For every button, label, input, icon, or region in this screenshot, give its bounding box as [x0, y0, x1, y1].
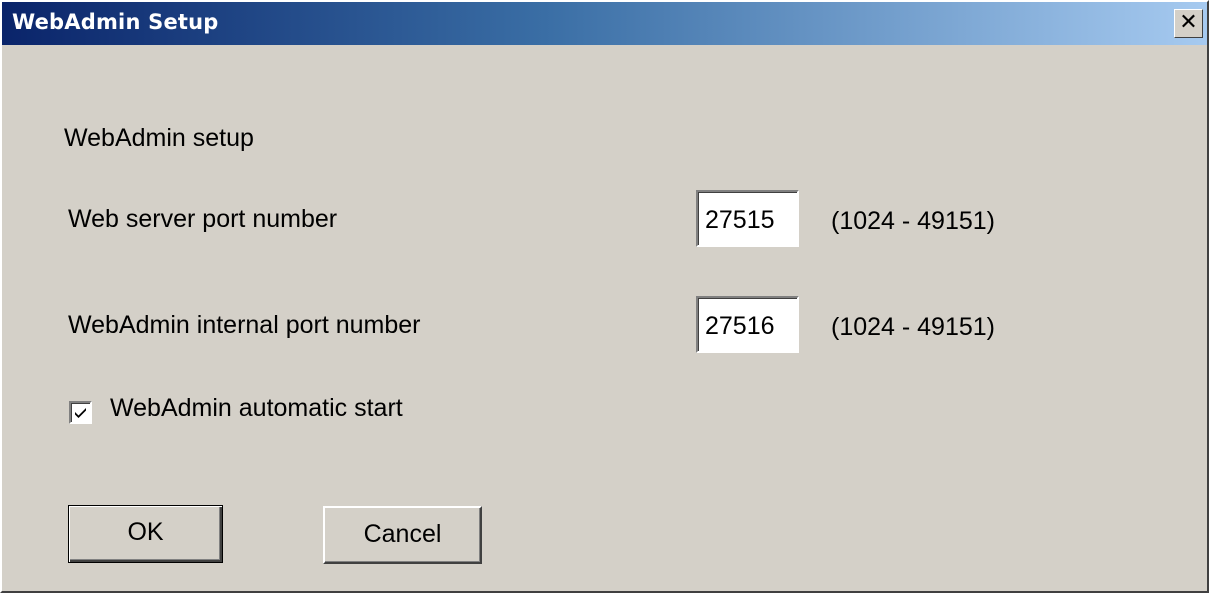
web-server-port-input[interactable] [696, 190, 799, 247]
internal-port-range: (1024 - 49151) [831, 313, 996, 341]
window-title: WebAdmin Setup [12, 10, 219, 34]
close-icon: ✕ [1179, 10, 1198, 35]
auto-start-checkbox[interactable] [69, 401, 92, 424]
checkmark-icon [75, 408, 86, 418]
close-button[interactable]: ✕ [1174, 9, 1203, 38]
internal-port-label: WebAdmin internal port number [68, 311, 421, 339]
ok-button[interactable]: OK [68, 505, 223, 563]
title-bar[interactable]: WebAdmin Setup ✕ [2, 2, 1207, 45]
webadmin-setup-dialog: WebAdmin Setup ✕ WebAdmin setup Web serv… [0, 0, 1209, 593]
cancel-button[interactable]: Cancel [323, 506, 482, 564]
internal-port-input[interactable] [696, 296, 799, 353]
web-server-port-label: Web server port number [68, 205, 338, 233]
web-server-port-range: (1024 - 49151) [831, 207, 996, 235]
auto-start-label: WebAdmin automatic start [110, 394, 403, 422]
section-heading: WebAdmin setup [64, 124, 254, 152]
